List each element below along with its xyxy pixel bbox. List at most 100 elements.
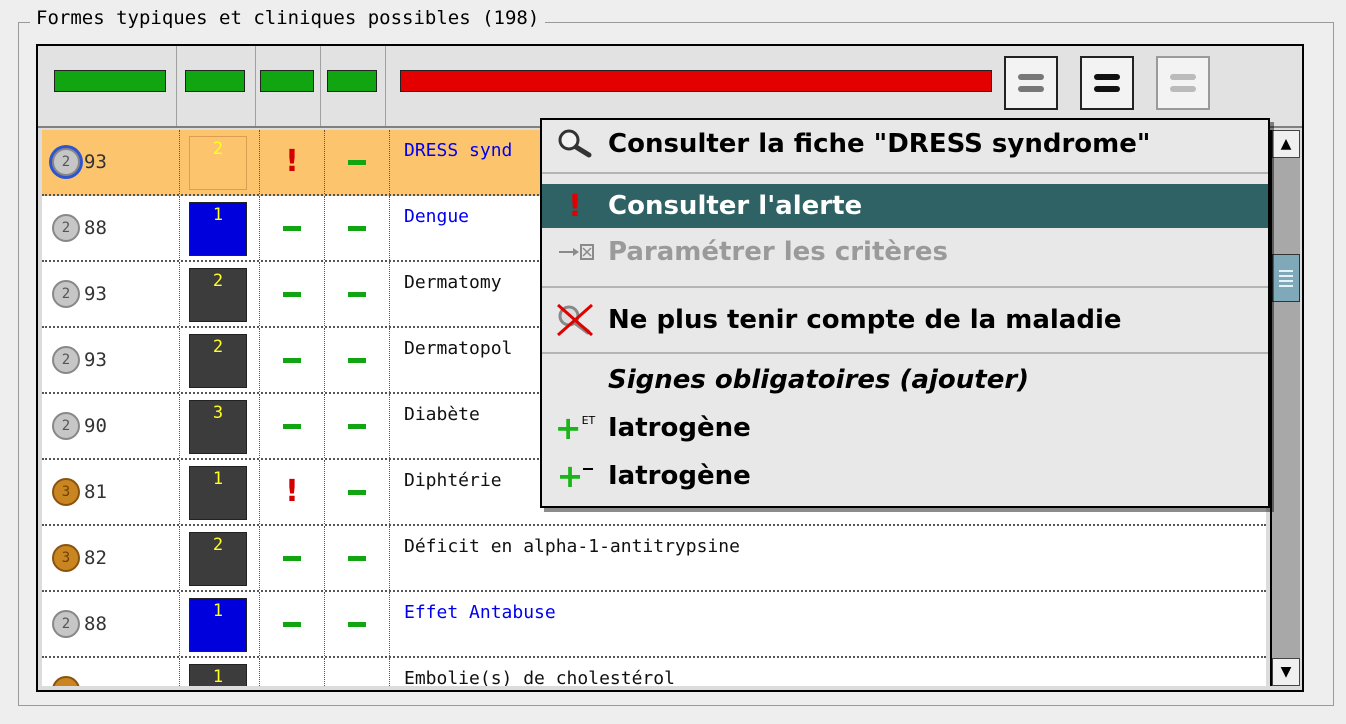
alert-cell xyxy=(260,658,325,686)
add-and-icon: + ET xyxy=(554,409,596,447)
dash-icon xyxy=(348,357,366,363)
status-cell xyxy=(325,460,390,524)
status-cell xyxy=(325,658,390,686)
score-cell: 2 88 xyxy=(42,592,180,656)
score-cell: 2 90 xyxy=(42,394,180,458)
alert-cell xyxy=(260,526,325,590)
menu-item-configure-criteria[interactable]: Paramétrer les critères xyxy=(542,230,1268,274)
dash-icon xyxy=(283,291,301,297)
menu-separator xyxy=(542,286,1268,288)
menu-item-label: Iatrogène xyxy=(608,413,751,443)
dash-icon xyxy=(283,423,301,429)
level-cell: 1 xyxy=(181,196,260,260)
score-cell: 2 88 xyxy=(42,196,180,260)
score-value: 93 xyxy=(84,283,107,305)
table-row[interactable]: 2 88 1 Effet Antabuse xyxy=(42,592,1266,658)
alert-icon[interactable]: ! xyxy=(285,477,299,507)
evidence-level-coin-icon: 2 xyxy=(52,280,80,308)
status-cell xyxy=(325,592,390,656)
level-badge: 2 xyxy=(189,334,247,388)
scroll-down-arrow-icon[interactable]: ▼ xyxy=(1272,658,1300,686)
list-view-bold-icon xyxy=(1094,74,1120,92)
dash-icon xyxy=(348,555,366,561)
level-cell: 2 xyxy=(181,130,260,194)
menu-item-add-iatrogenic-not[interactable]: + Iatrogène xyxy=(542,454,1268,498)
disease-name[interactable]: Déficit en alpha-1-antitrypsine xyxy=(390,526,1266,590)
status-cell xyxy=(325,394,390,458)
alert-cell xyxy=(260,196,325,260)
dash-icon xyxy=(348,621,366,627)
alert-icon[interactable]: ! xyxy=(285,147,299,177)
score-value: 93 xyxy=(84,151,107,173)
level-cell: 1 xyxy=(181,658,260,686)
alert-cell: ! xyxy=(260,460,325,524)
status-cell xyxy=(325,130,390,194)
menu-heading-mandatory-signs: Signes obligatoires (ajouter) xyxy=(542,358,1268,402)
add-minus-icon: + xyxy=(550,460,600,492)
menu-item-view-record[interactable]: Consulter la fiche "DRESS syndrome" xyxy=(542,122,1268,166)
table-row[interactable]: 3 82 2 Déficit en alpha-1-antitrypsine xyxy=(42,526,1266,592)
scroll-up-arrow-icon[interactable]: ▲ xyxy=(1272,130,1300,158)
crossed-magnifier-icon xyxy=(550,301,600,339)
disease-name[interactable]: Effet Antabuse xyxy=(390,592,1266,656)
level-badge: 2 xyxy=(189,532,247,586)
dash-icon xyxy=(348,423,366,429)
evidence-level-coin-icon xyxy=(52,676,80,686)
header-level[interactable] xyxy=(177,46,256,126)
menu-item-label: Iatrogène xyxy=(608,461,751,491)
score-value: 81 xyxy=(84,481,107,503)
score-cell: 2 93 xyxy=(42,328,180,392)
level-bar xyxy=(185,70,245,92)
score-bar xyxy=(54,70,166,92)
vertical-scrollbar[interactable]: ▲ ▼ xyxy=(1270,130,1300,686)
column-header-row xyxy=(38,46,1302,128)
header-alert[interactable] xyxy=(256,46,321,126)
score-value: 93 xyxy=(84,349,107,371)
group-title: Formes typiques et cliniques possibles (… xyxy=(30,7,546,29)
score-cell xyxy=(42,658,180,686)
evidence-level-coin-icon: 3 xyxy=(52,478,80,506)
header-score[interactable] xyxy=(38,46,177,126)
alert-cell xyxy=(260,262,325,326)
level-cell: 1 xyxy=(181,592,260,656)
menu-item-view-alert[interactable]: ! Consulter l'alerte xyxy=(542,184,1268,228)
scroll-thumb[interactable] xyxy=(1272,254,1300,302)
criteria-settings-icon xyxy=(550,240,600,264)
level-badge: 1 xyxy=(189,466,247,520)
level-cell: 2 xyxy=(181,262,260,326)
magnifier-icon xyxy=(550,127,600,161)
alert-cell xyxy=(260,328,325,392)
disease-name[interactable]: Embolie(s) de cholestérol xyxy=(390,658,1266,686)
level-badge: 2 xyxy=(189,268,247,322)
header-dash[interactable] xyxy=(321,46,386,126)
menu-item-ignore-disease[interactable]: Ne plus tenir compte de la maladie xyxy=(542,298,1268,342)
evidence-level-coin-icon: 2 xyxy=(52,412,80,440)
evidence-level-coin-icon: 2 xyxy=(52,148,80,176)
score-cell: 3 81 xyxy=(42,460,180,524)
evidence-level-coin-icon: 2 xyxy=(52,610,80,638)
dash-icon xyxy=(348,159,366,165)
level-badge: 3 xyxy=(189,400,247,454)
view-list-disabled-button[interactable] xyxy=(1156,56,1210,110)
score-value: 88 xyxy=(84,217,107,239)
menu-item-label: Consulter l'alerte xyxy=(608,191,863,221)
score-cell: 2 93 xyxy=(42,262,180,326)
score-cell: 3 82 xyxy=(42,526,180,590)
menu-separator xyxy=(542,172,1268,174)
view-list-button[interactable] xyxy=(1004,56,1058,110)
view-bold-list-button[interactable] xyxy=(1080,56,1134,110)
list-view-icon xyxy=(1170,74,1196,92)
level-cell: 3 xyxy=(181,394,260,458)
alert-cell xyxy=(260,592,325,656)
menu-heading-label: Signes obligatoires (ajouter) xyxy=(608,365,1030,395)
menu-item-add-iatrogenic-and[interactable]: + ET Iatrogène xyxy=(542,406,1268,450)
alert-cell: ! xyxy=(260,130,325,194)
level-badge: 2 xyxy=(189,136,247,190)
dash-icon xyxy=(283,621,301,627)
menu-separator xyxy=(542,352,1268,354)
evidence-level-coin-icon: 2 xyxy=(52,346,80,374)
table-row[interactable]: 1 Embolie(s) de cholestérol xyxy=(42,658,1266,686)
menu-item-label: Consulter la fiche "DRESS syndrome" xyxy=(608,129,1151,159)
header-name[interactable] xyxy=(386,46,1302,126)
status-cell xyxy=(325,526,390,590)
